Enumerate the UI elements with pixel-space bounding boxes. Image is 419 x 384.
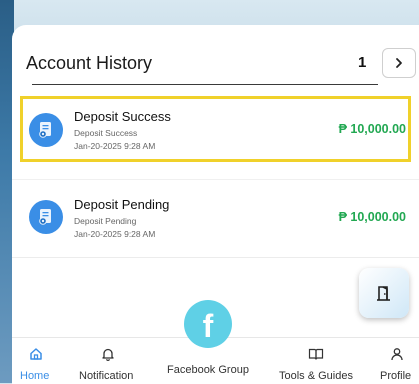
transaction-datetime: Jan-20-2025 9:28 AM (74, 229, 156, 239)
transaction-amount: ₱ 10,000.00 (338, 122, 406, 136)
transaction-row[interactable]: Deposit Pending Deposit Pending Jan-20-2… (12, 180, 419, 256)
facebook-group-button[interactable]: f (184, 300, 232, 348)
transaction-amount: ₱ 10,000.00 (338, 210, 406, 224)
person-icon (391, 348, 403, 361)
nav-item-tools-guides[interactable]: Tools & Guides (274, 338, 358, 384)
home-icon (30, 348, 42, 360)
chevron-right-icon (396, 58, 402, 68)
exit-button[interactable] (359, 268, 409, 318)
nav-item-home[interactable]: Home (18, 338, 54, 384)
bell-icon (102, 348, 114, 361)
transaction-datetime: Jan-20-2025 9:28 AM (74, 141, 156, 151)
book-icon (308, 348, 324, 360)
page-number: 1 (358, 54, 367, 71)
transaction-row[interactable]: Deposit Success Deposit Success Jan-20-2… (12, 96, 419, 172)
nav-label-home: Home (20, 370, 50, 382)
page-title: Account History (26, 53, 153, 73)
nav-label-profile: Profile (380, 370, 412, 382)
next-page-button[interactable] (382, 48, 416, 78)
nav-label-notification: Notification (79, 370, 134, 382)
list-divider (12, 257, 419, 258)
transaction-subtitle: Deposit Success (74, 128, 138, 138)
transaction-title: Deposit Pending (74, 197, 170, 212)
transaction-subtitle: Deposit Pending (74, 216, 137, 226)
receipt-icon (29, 200, 63, 234)
facebook-icon: f (202, 307, 214, 344)
nav-item-profile[interactable]: Profile (376, 338, 416, 384)
transaction-title: Deposit Success (74, 109, 171, 124)
receipt-icon (29, 113, 63, 147)
header-underline (32, 84, 378, 85)
nav-label-facebook-group: Facebook Group (167, 364, 249, 376)
exit-door-icon (377, 286, 390, 301)
account-history-header: Account History 1 (22, 28, 416, 86)
nav-item-notification[interactable]: Notification (76, 338, 142, 384)
nav-label-tools-guides: Tools & Guides (279, 370, 353, 382)
